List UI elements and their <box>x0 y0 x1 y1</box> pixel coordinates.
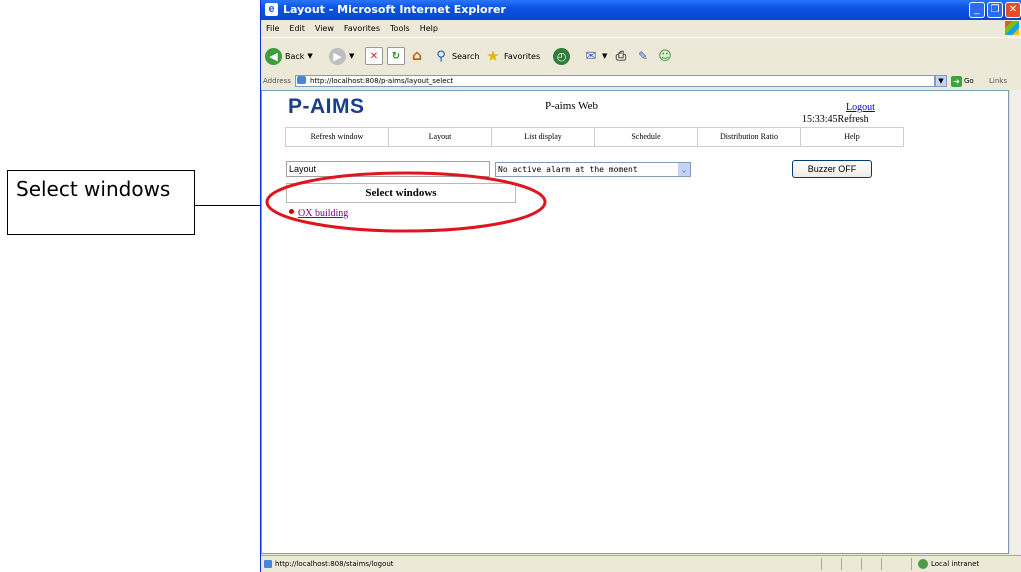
address-dropdown-icon[interactable]: ▼ <box>935 75 947 87</box>
stop-button[interactable]: ✕ <box>365 46 383 66</box>
status-divider <box>881 558 882 570</box>
dropdown-arrow-icon: ▼ <box>349 52 355 60</box>
window-link-ox-building[interactable]: OX building <box>298 208 348 219</box>
edit-icon: ✎ <box>637 49 649 63</box>
page-content: P-AIMS P-aims Web Logout 15:33:45Refresh… <box>261 90 1009 554</box>
menu-view[interactable]: View <box>310 20 339 37</box>
window-title: Layout - Microsoft Internet Explorer <box>283 3 506 16</box>
print-button[interactable]: ⎙ <box>613 46 629 66</box>
favorites-label: Favorites <box>504 51 541 61</box>
nav-help[interactable]: Help <box>801 128 903 146</box>
ie-icon: e <box>265 3 278 16</box>
alarm-select[interactable]: No active alarm at the moment ⌄ <box>495 162 691 177</box>
menu-tools[interactable]: Tools <box>385 20 415 37</box>
app-name: P-aims Web <box>545 100 598 112</box>
forward-button[interactable]: ▶ ▼ <box>329 46 354 66</box>
print-icon: ⎙ <box>615 48 627 64</box>
maximize-button[interactable]: ❐ <box>987 2 1003 18</box>
select-windows-header: Select windows <box>286 183 516 203</box>
back-label: Back <box>285 51 305 61</box>
windows-logo-icon <box>1005 21 1019 35</box>
status-divider <box>861 558 862 570</box>
title-bar: e Layout - Microsoft Internet Explorer _… <box>261 0 1021 20</box>
mail-button[interactable]: ✉ ▼ <box>583 46 608 66</box>
go-arrow-icon: ➜ <box>951 75 962 87</box>
nav-layout[interactable]: Layout <box>389 128 492 146</box>
status-divider <box>821 558 822 570</box>
history-button[interactable]: ◴ <box>553 46 570 66</box>
menu-favorites[interactable]: Favorites <box>339 20 385 37</box>
menu-bar: File Edit View Favorites Tools Help <box>261 20 1021 37</box>
layout-name-field[interactable]: Layout <box>286 161 490 177</box>
bullet-icon <box>289 209 294 214</box>
messenger-button[interactable]: ☺ <box>657 46 673 66</box>
toolbar: ◀ Back ▼ ▶ ▼ ✕ ↻ ⌂ ⚲ Search ★ Favorites … <box>261 37 1021 75</box>
dropdown-arrow-icon: ▼ <box>307 52 313 60</box>
browser-window: e Layout - Microsoft Internet Explorer _… <box>260 0 1021 572</box>
alarm-select-value: No active alarm at the moment <box>498 165 638 174</box>
search-label: Search <box>452 51 480 61</box>
minimize-button[interactable]: _ <box>969 2 985 18</box>
refresh-button[interactable]: ↻ <box>387 46 405 66</box>
logout-link[interactable]: Logout <box>846 102 875 113</box>
back-arrow-icon: ◀ <box>265 47 282 65</box>
app-logo: P-AIMS <box>288 95 365 118</box>
main-nav: Refresh window Layout List display Sched… <box>285 127 904 147</box>
edit-button[interactable]: ✎ <box>635 46 651 66</box>
menu-file[interactable]: File <box>261 20 284 37</box>
status-bar: http://localhost:808/staims/logout Local… <box>261 555 1021 572</box>
address-label: Address <box>263 77 291 85</box>
address-bar: Address http://localhost:808/p-aims/layo… <box>261 74 1021 89</box>
go-button[interactable]: ➜ Go <box>951 75 974 87</box>
home-button[interactable]: ⌂ <box>409 46 425 66</box>
vertical-scrollbar[interactable] <box>1009 90 1021 554</box>
clock-refresh: 15:33:45Refresh <box>802 114 869 125</box>
search-button[interactable]: ⚲ Search <box>433 46 479 66</box>
stop-icon: ✕ <box>365 47 383 65</box>
page-icon <box>264 560 272 568</box>
dropdown-arrow-icon: ▼ <box>602 52 608 60</box>
chevron-down-icon[interactable]: ⌄ <box>678 163 690 176</box>
callout-box: Select windows <box>7 170 195 235</box>
status-divider <box>911 558 912 570</box>
address-field[interactable]: http://localhost:808/p-aims/layout_selec… <box>295 75 935 87</box>
home-icon: ⌂ <box>411 48 423 64</box>
links-label[interactable]: Links <box>989 77 1007 85</box>
page-icon <box>297 76 306 84</box>
mail-icon: ✉ <box>585 48 597 64</box>
back-button[interactable]: ◀ Back ▼ <box>265 46 313 66</box>
callout-text: Select windows <box>16 177 171 201</box>
messenger-icon: ☺ <box>658 48 672 64</box>
status-divider <box>841 558 842 570</box>
intranet-zone-icon <box>918 559 928 569</box>
security-zone: Local intranet <box>931 560 980 568</box>
nav-schedule[interactable]: Schedule <box>595 128 698 146</box>
refresh-icon: ↻ <box>387 47 405 65</box>
search-icon: ⚲ <box>436 48 446 64</box>
favorites-star-icon: ★ <box>486 47 500 65</box>
close-button[interactable]: ✕ <box>1005 2 1021 18</box>
forward-arrow-icon: ▶ <box>329 47 346 65</box>
nav-refresh-window[interactable]: Refresh window <box>286 128 389 146</box>
history-icon: ◴ <box>553 47 570 65</box>
buzzer-off-button[interactable]: Buzzer OFF <box>792 160 872 178</box>
nav-distribution-ratio[interactable]: Distribution Ratio <box>698 128 801 146</box>
menu-edit[interactable]: Edit <box>284 20 310 37</box>
go-label: Go <box>964 77 974 85</box>
menu-help[interactable]: Help <box>415 20 443 37</box>
nav-list-display[interactable]: List display <box>492 128 595 146</box>
status-url: http://localhost:808/staims/logout <box>275 560 394 568</box>
favorites-button[interactable]: ★ Favorites <box>485 46 540 66</box>
